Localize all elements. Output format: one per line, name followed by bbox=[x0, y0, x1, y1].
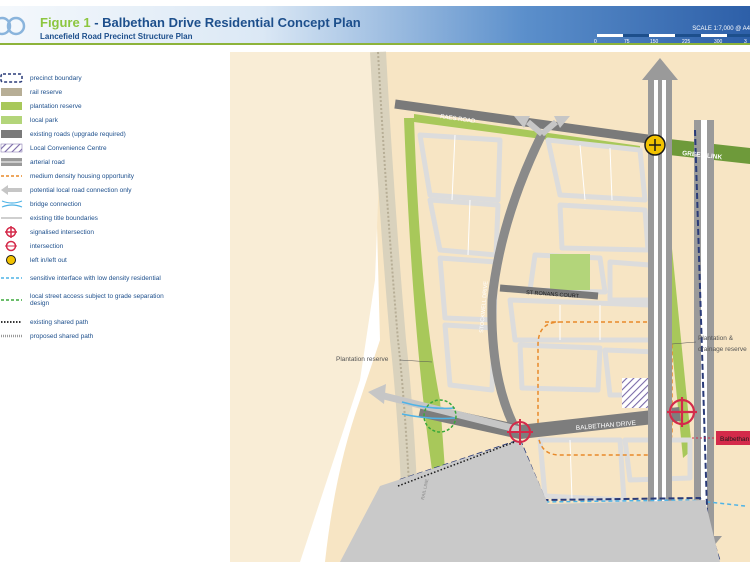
existing-road-icon bbox=[1, 130, 22, 138]
legend-item-medium-density: medium density housing opportunity bbox=[0, 170, 134, 182]
legend-item-signalised: signalised intersection bbox=[0, 226, 94, 238]
legend-item-bridge: bridge connection bbox=[0, 198, 81, 210]
intersection-icon bbox=[5, 240, 17, 252]
left-in-left-out-icon bbox=[6, 255, 16, 265]
legend-item-precinct-boundary: precinct boundary bbox=[0, 72, 82, 84]
local-convenience-centre-icon bbox=[0, 143, 23, 153]
legend-item-arterial-road: arterial road bbox=[0, 156, 65, 168]
plantation-drainage-label-2: drainage reserve bbox=[698, 346, 747, 353]
legend-label: sensitive interface with low density res… bbox=[30, 274, 161, 282]
proposed-shared-path-icon bbox=[1, 334, 22, 338]
legend-item-grade-separation: local street access subject to grade sep… bbox=[0, 292, 180, 308]
legend-label: existing roads (upgrade required) bbox=[30, 130, 126, 138]
arterial-road-icon bbox=[1, 158, 22, 166]
potential-road-arrow-icon bbox=[1, 185, 22, 195]
bridge-connection-icon bbox=[1, 200, 23, 208]
legend-label: proposed shared path bbox=[30, 332, 94, 340]
legend-label: existing shared path bbox=[30, 318, 89, 326]
legend-item-title-boundaries: existing title boundaries bbox=[0, 212, 98, 224]
legend-label: rail reserve bbox=[30, 88, 63, 96]
plantation-reserve-icon bbox=[1, 102, 22, 110]
local-park bbox=[550, 254, 590, 290]
legend-item-local-park: local park bbox=[0, 114, 58, 126]
legend-label: intersection bbox=[30, 242, 64, 250]
rail-reserve-icon bbox=[1, 88, 22, 96]
legend-item-plantation-reserve: plantation reserve bbox=[0, 100, 82, 112]
legend-item-proposed-shared-path: proposed shared path bbox=[0, 330, 93, 342]
precinct-boundary-icon bbox=[0, 73, 23, 83]
plantation-reserve-label: Plantation reserve bbox=[336, 356, 389, 363]
legend-label: existing title boundaries bbox=[30, 214, 98, 222]
legend-item-intersection: intersection bbox=[0, 240, 63, 252]
legend-item-existing-shared-path: existing shared path bbox=[0, 316, 88, 328]
signalised-intersection-icon bbox=[5, 226, 17, 238]
legend-label: bridge connection bbox=[30, 200, 82, 208]
medium-density-icon bbox=[1, 175, 22, 177]
legend-label: local park bbox=[30, 116, 58, 124]
legend-item-rail-reserve: rail reserve bbox=[0, 86, 62, 98]
legend-item-local-convenience-centre: Local Convenience Centre bbox=[0, 142, 107, 154]
sensitive-interface-icon bbox=[1, 277, 22, 279]
local-park-icon bbox=[1, 116, 22, 124]
legend-label: potential local road connection only bbox=[30, 186, 132, 194]
legend-label: precinct boundary bbox=[30, 74, 82, 82]
legend-item-sensitive: sensitive interface with low density res… bbox=[0, 270, 180, 286]
title-boundary-icon bbox=[1, 217, 22, 219]
legend-item-potential-road: potential local road connection only bbox=[0, 184, 132, 196]
legend-label: left in/left out bbox=[30, 256, 67, 264]
legend-label: signalised intersection bbox=[30, 228, 94, 236]
left-in-left-out-icon bbox=[644, 134, 666, 156]
grade-separation-icon bbox=[1, 299, 22, 301]
legend-label: plantation reserve bbox=[30, 102, 82, 110]
legend-label: Local Convenience Centre bbox=[30, 144, 107, 152]
balbethan-tag-label: Balbethan bbox=[720, 436, 750, 443]
legend-label: medium density housing opportunity bbox=[30, 172, 135, 180]
existing-shared-path-icon bbox=[1, 321, 22, 323]
plantation-drainage-label-1: Plantation & bbox=[698, 335, 734, 342]
legend-item-existing-roads: existing roads (upgrade required) bbox=[0, 128, 126, 140]
legend-item-lilo: left in/left out bbox=[0, 254, 67, 266]
legend-label: local street access subject to grade sep… bbox=[30, 293, 164, 307]
legend-label: arterial road bbox=[30, 158, 65, 166]
